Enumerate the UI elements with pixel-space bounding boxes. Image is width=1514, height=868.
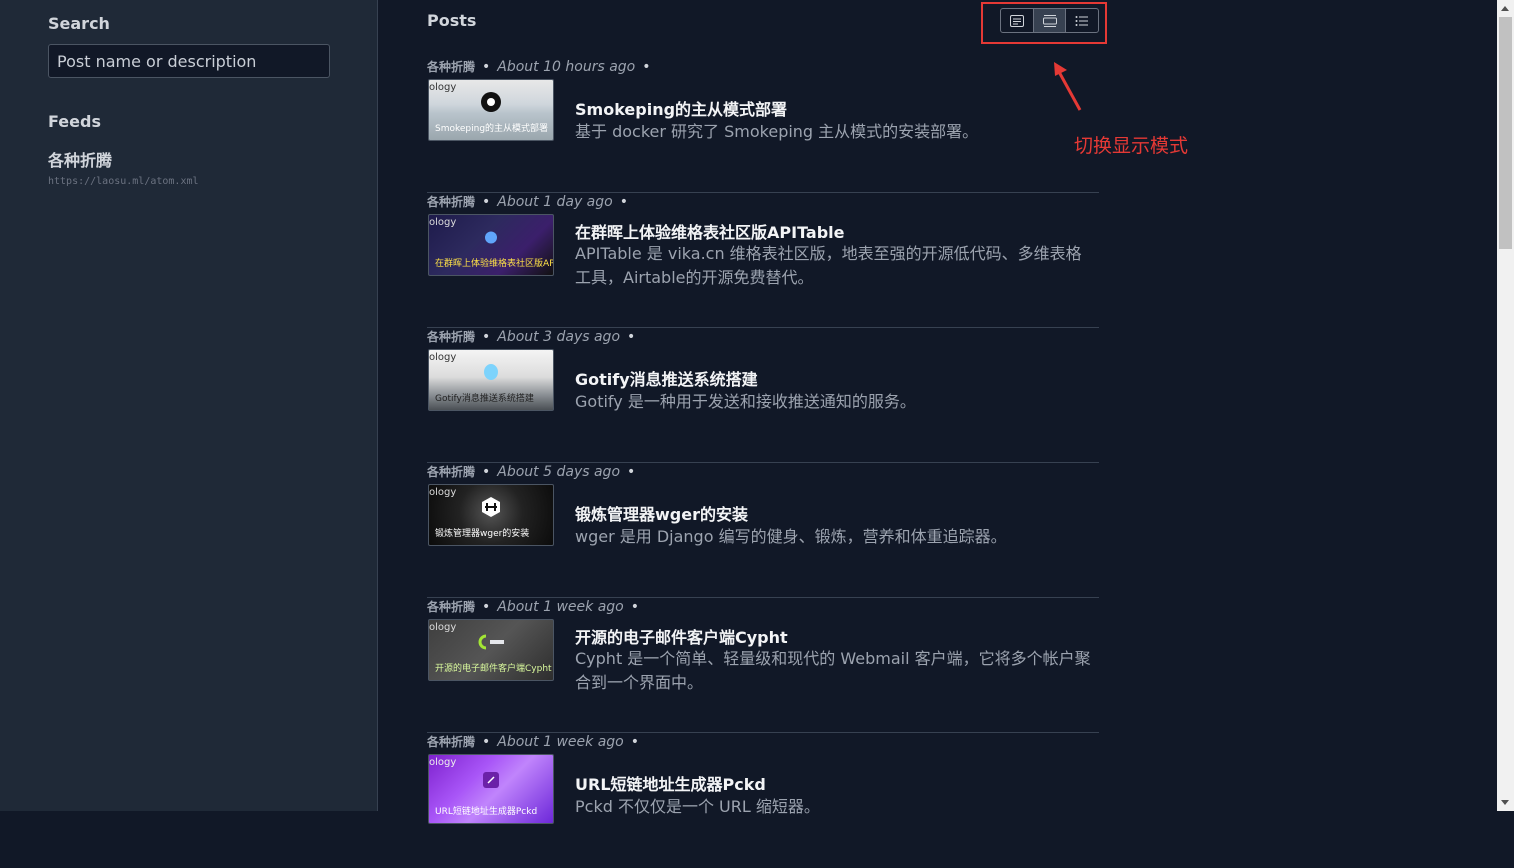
planet-icon [484, 230, 498, 249]
posts-title: Posts [427, 11, 477, 30]
post-title[interactable]: 开源的电子邮件客户端Cypht [575, 624, 788, 648]
post-thumbnail[interactable]: ology 在群晖上体验维格表社区版APITable [428, 214, 554, 276]
post-meta: 各种折腾 • About 1 week ago • [427, 599, 640, 615]
gopher-mascot-icon [483, 363, 499, 385]
post-title[interactable]: 在群晖上体验维格表社区版APITable [575, 219, 845, 243]
post-thumbnail[interactable]: ology Smokeping的主从模式部署 [428, 79, 554, 141]
post-meta: 各种折腾 • About 1 day ago • [427, 194, 628, 210]
post-title[interactable]: URL短链地址生成器Pckd [575, 771, 766, 795]
post-item[interactable]: 各种折腾 • About 5 days ago • ology 锻炼管理器wger的安… [427, 463, 1099, 598]
post-thumbnail[interactable]: ology 开源的电子邮件客户端Cypht [428, 619, 554, 681]
post-title[interactable]: 锻炼管理器wger的安装 [575, 501, 748, 525]
post-feed-name[interactable]: 各种折腾 [427, 465, 475, 479]
post-item[interactable]: 各种折腾 • About 1 day ago • ology 在群晖上体验维格表社区版… [427, 193, 1099, 328]
scroll-up-icon[interactable] [1501, 6, 1509, 11]
post-title[interactable]: Smokeping的主从模式部署 [575, 96, 787, 120]
scrollbar-thumb[interactable] [1499, 17, 1512, 249]
post-meta: 各种折腾 • About 3 days ago • [427, 329, 636, 345]
post-meta: 各种折腾 • About 10 hours ago • [427, 59, 651, 75]
post-time: About 10 hours ago [497, 59, 636, 75]
feed-item-name[interactable]: 各种折腾 [48, 147, 112, 171]
post-description: 基于 docker 研究了 Smokeping 主从模式的安装部署。 [575, 122, 979, 141]
post-time: About 1 week ago [497, 734, 624, 750]
post-thumbnail[interactable]: ology URL短链地址生成器Pckd [428, 754, 554, 824]
post-meta: 各种折腾 • About 5 days ago • [427, 464, 636, 480]
scroll-down-icon[interactable] [1501, 800, 1509, 805]
search-title: Search [48, 14, 110, 33]
post-description: Cypht 是一个简单、轻量级和现代的 Webmail 客户端，它将多个帐户聚合… [575, 649, 1091, 692]
dumbbell-icon [480, 496, 502, 522]
post-feed-name[interactable]: 各种折腾 [427, 195, 475, 209]
posts-panel: Posts 切换显示模式 各种折腾 • About 10 hours ago • ol… [379, 0, 1497, 824]
post-thumbnail[interactable]: ology Gotify消息推送系统搭建 [428, 349, 554, 411]
post-feed-name[interactable]: 各种折腾 [427, 735, 475, 749]
post-feed-name[interactable]: 各种折腾 [427, 60, 475, 74]
app-logo-icon [481, 92, 501, 116]
post-description: Pckd 不仅仅是一个 URL 缩短器。 [575, 797, 820, 816]
post-item[interactable]: 各种折腾 • About 3 days ago • ology Gotify消息推送系… [427, 328, 1099, 463]
post-time: About 1 week ago [497, 599, 624, 615]
post-item[interactable]: 各种折腾 • About 10 hours ago • ology Smokeping… [427, 58, 1099, 193]
post-feed-name[interactable]: 各种折腾 [427, 330, 475, 344]
card-view-icon[interactable] [1001, 9, 1033, 32]
post-meta: 各种折腾 • About 1 week ago • [427, 734, 640, 750]
view-mode-toggle [1000, 8, 1099, 33]
post-feed-name[interactable]: 各种折腾 [427, 600, 475, 614]
search-input[interactable] [48, 44, 330, 78]
post-description: Gotify 是一种用于发送和接收推送通知的服务。 [575, 392, 916, 411]
scrollbar[interactable] [1497, 0, 1514, 811]
feed-item-url[interactable]: https://laosu.ml/atom.xml [48, 176, 199, 187]
banner-view-icon[interactable] [1032, 9, 1066, 32]
link-icon [483, 772, 499, 792]
post-time: About 3 days ago [497, 329, 621, 345]
post-item[interactable]: 各种折腾 • About 1 week ago • ology 开源的电子邮件客户端C… [427, 598, 1099, 733]
sidebar: Search Feeds 各种折腾 https://laosu.ml/atom.… [0, 0, 378, 811]
list-view-icon[interactable] [1065, 9, 1098, 32]
feeds-title: Feeds [48, 112, 101, 131]
post-thumbnail[interactable]: ology 锻炼管理器wger的安装 [428, 484, 554, 546]
post-description: APITable 是 vika.cn 维格表社区版，地表至强的开源低代码、多维表… [575, 244, 1082, 287]
cypht-logo-icon [476, 634, 506, 654]
post-title[interactable]: Gotify消息推送系统搭建 [575, 366, 758, 390]
post-item[interactable]: 各种折腾 • About 1 week ago • ology URL短链地址生成器P… [427, 733, 1099, 868]
post-time: About 1 day ago [497, 194, 613, 210]
post-description: wger 是用 Django 编写的健身、锻炼，营养和体重追踪器。 [575, 527, 1007, 546]
post-time: About 5 days ago [497, 464, 621, 480]
